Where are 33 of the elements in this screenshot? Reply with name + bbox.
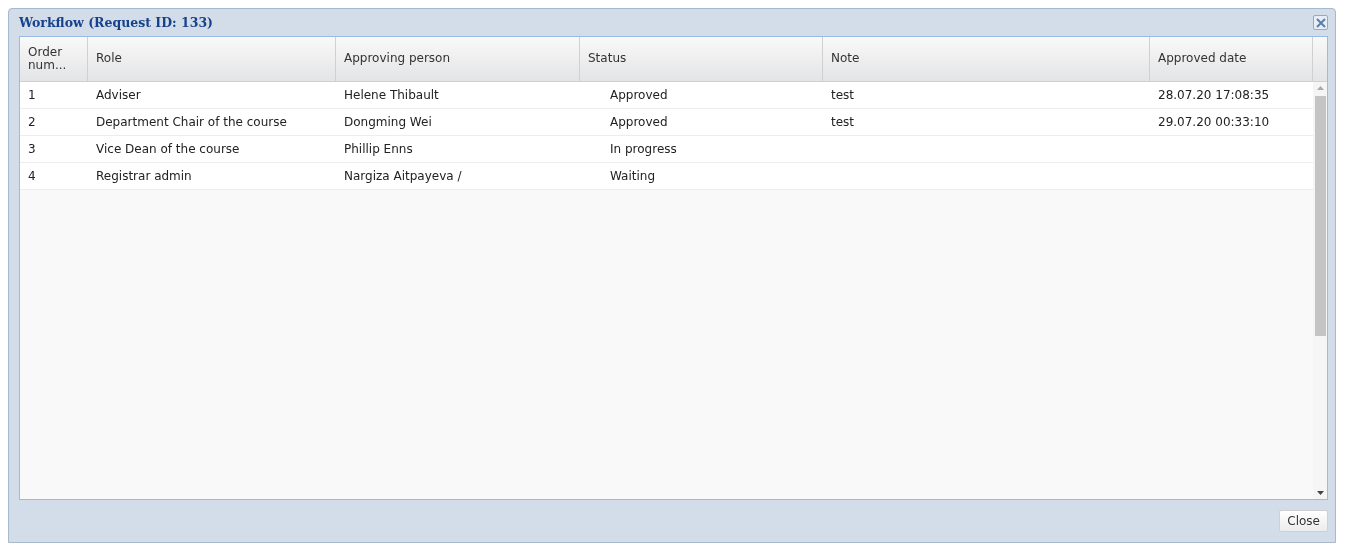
table-cell: 3 xyxy=(28,142,36,156)
table-cell: Vice Dean of the course xyxy=(96,142,240,156)
table-cell: Department Chair of the course xyxy=(96,115,287,129)
table-cell: 28.07.20 17:08:35 xyxy=(1158,88,1270,102)
table-cell: 29.07.20 00:33:10 xyxy=(1158,115,1270,129)
table-cell: 2 xyxy=(28,115,36,129)
column-header[interactable]: Note xyxy=(823,37,1150,81)
column-header[interactable]: Role xyxy=(88,37,336,81)
window-title: Workflow (Request ID: 133) xyxy=(19,15,213,30)
table-cell: test xyxy=(831,88,855,102)
scroll-down-icon[interactable] xyxy=(1316,491,1324,495)
table-cell: test xyxy=(831,115,855,129)
column-header[interactable]: Order num... xyxy=(20,37,88,81)
scroll-up-icon[interactable] xyxy=(1316,86,1324,90)
table-cell: 1 xyxy=(28,88,36,102)
column-header[interactable]: Approving person xyxy=(336,37,580,81)
table-cell: Registrar admin xyxy=(96,169,192,183)
table-cell: Phillip Enns xyxy=(344,142,413,156)
table-cell: Approved xyxy=(610,88,668,102)
table-cell: Nargiza Aitpayeva / xyxy=(344,169,462,183)
close-button[interactable]: Close xyxy=(1279,510,1328,532)
table-cell: In progress xyxy=(610,142,677,156)
table-cell: Dongming Wei xyxy=(344,115,432,129)
table-cell: Waiting xyxy=(610,169,656,183)
table-cell: 4 xyxy=(28,169,36,183)
column-header[interactable]: Approved date xyxy=(1150,37,1313,81)
close-icon[interactable] xyxy=(1313,15,1328,30)
column-header[interactable]: Status xyxy=(580,37,823,81)
table-cell: Helene Thibault xyxy=(344,88,439,102)
scroll-thumb[interactable] xyxy=(1314,96,1326,336)
table-cell: Approved xyxy=(610,115,668,129)
scrollbar[interactable] xyxy=(1313,82,1327,499)
table-cell: Adviser xyxy=(96,88,141,102)
